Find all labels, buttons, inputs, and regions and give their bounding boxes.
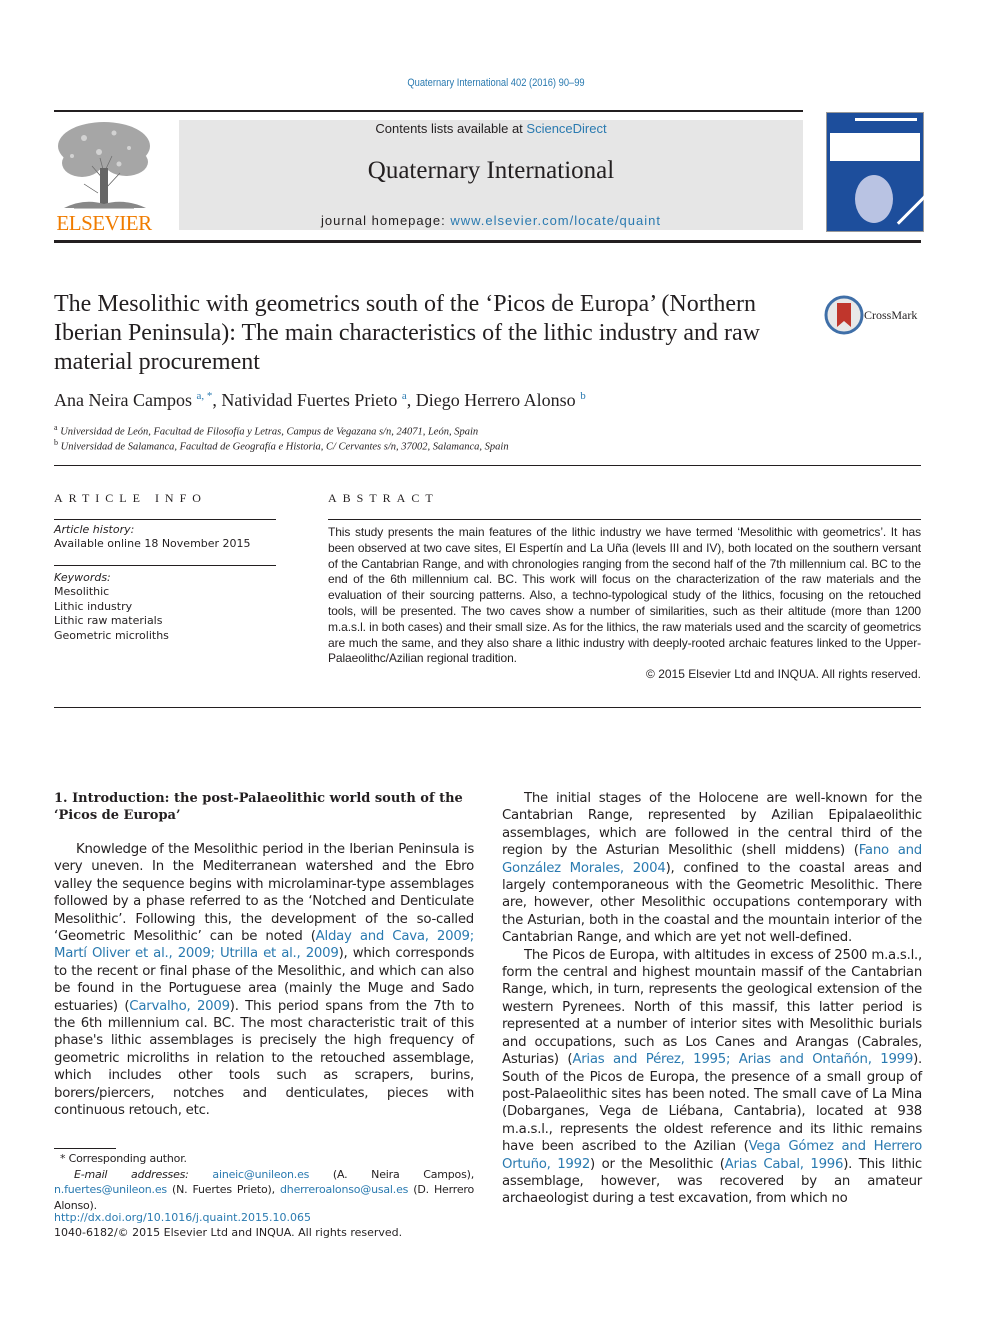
contents-prefix: Contents lists available at — [375, 121, 527, 136]
cover-seal-icon — [855, 175, 893, 223]
paragraph-text: ) or the Mesolithic ( — [590, 1156, 725, 1172]
keywords-label: Keywords: — [54, 571, 111, 584]
email-link[interactable]: n.fuertes@unileon.es — [54, 1183, 167, 1196]
contents-line: Contents lists available at ScienceDirec… — [179, 121, 803, 136]
cover-white-band — [830, 133, 920, 161]
corresponding-author-note: * Corresponding author. — [60, 1152, 187, 1165]
crossmark-label[interactable]: CrossMark — [864, 308, 917, 323]
author-name[interactable]: Diego Herrero Alonso — [416, 390, 576, 410]
email-label: E-mail addresses: — [74, 1167, 189, 1181]
citation-link[interactable]: Carvalho, 2009 — [129, 999, 230, 1014]
abstract-heading: ABSTRACT — [328, 491, 439, 505]
paragraph: The Picos de Europa, with altitudes in e… — [502, 947, 922, 1208]
author-affil-marker[interactable]: a, * — [196, 390, 212, 402]
body-column-left: Knowledge of the Mesolithic period in th… — [54, 841, 474, 1120]
cover-title-bar — [855, 118, 917, 121]
affil-key: a — [54, 423, 58, 432]
homepage-link[interactable]: www.elsevier.com/locate/quaint — [450, 213, 661, 228]
email-link[interactable]: aineic@unileon.es — [212, 1168, 309, 1181]
keywords-list: Mesolithic Lithic industry Lithic raw ma… — [54, 585, 169, 643]
journal-cover-thumbnail[interactable] — [826, 112, 928, 232]
affiliation-rule — [54, 465, 921, 466]
article-info-heading: ARTICLE INFO — [54, 491, 207, 505]
citation-link[interactable]: Arias and Pérez, 1995; Arias and Ontañón… — [572, 1052, 913, 1067]
affiliation-b: b Universidad de Salamanca, Facultad de … — [54, 438, 509, 453]
history-label: Article history: — [54, 523, 135, 536]
keyword: Lithic raw materials — [54, 614, 163, 627]
footnotes: * Corresponding author. E-mail addresses… — [54, 1151, 474, 1213]
author-affil-marker[interactable]: b — [580, 390, 586, 402]
keyword: Lithic industry — [54, 599, 133, 613]
author-separator: , — [406, 390, 416, 410]
article-title: The Mesolithic with geometrics south of … — [54, 291, 760, 375]
article-info-rule — [54, 519, 276, 520]
keyword: Geometric microliths — [54, 628, 169, 642]
email-owner: (N. Fuertes Prieto), — [166, 1183, 281, 1196]
abstract-rule — [328, 519, 921, 520]
author-name[interactable]: Ana Neira Campos — [54, 390, 192, 410]
journal-name: Quaternary International — [367, 157, 615, 184]
paragraph-text: The Picos de Europa, with altitudes in e… — [502, 947, 922, 1068]
abstract-text: This study presents the main features of… — [328, 525, 921, 666]
citation-link[interactable]: Arias Cabal, 1996 — [725, 1157, 844, 1172]
issn-copyright: 1040-6182/© 2015 Elsevier Ltd and INQUA.… — [54, 1226, 403, 1239]
homepage-prefix: journal homepage: — [321, 213, 451, 228]
author-separator: , — [212, 390, 222, 410]
email-link[interactable]: dherreroalonso@usal.es — [280, 1183, 408, 1196]
footnote-rule — [54, 1148, 116, 1149]
email-note: E-mail addresses: aineic@unileon.es (A. … — [54, 1167, 474, 1214]
body-column-right: The initial stages of the Holocene are w… — [502, 790, 922, 1208]
abstract-copyright: © 2015 Elsevier Ltd and INQUA. All right… — [646, 667, 921, 681]
journal-homepage: journal homepage: www.elsevier.com/locat… — [179, 213, 803, 228]
author-list: Ana Neira Campos a, *, Natividad Fuertes… — [54, 390, 586, 411]
journal-citation[interactable]: Quaternary International 402 (2016) 90–9… — [74, 77, 917, 89]
doi-link[interactable]: http://dx.doi.org/10.1016/j.quaint.2015.… — [54, 1211, 311, 1224]
crossmark-icon[interactable] — [824, 295, 864, 335]
paragraph-text: ). This period spans from the 7th to the… — [54, 998, 474, 1119]
author-name[interactable]: Natividad Fuertes Prieto — [221, 390, 397, 410]
abstract-bottom-rule — [54, 707, 921, 708]
header-bottom-rule — [54, 240, 921, 243]
history-value: Available online 18 November 2015 — [54, 537, 251, 550]
section-1-heading: 1. Introduction: the post-Palaeolithic w… — [54, 791, 463, 823]
keyword: Mesolithic — [54, 585, 110, 598]
email-owner: (A. Neira Campos), — [309, 1167, 474, 1181]
header-rule — [54, 110, 803, 112]
affil-key: b — [54, 438, 58, 447]
sciencedirect-link[interactable]: ScienceDirect — [526, 121, 606, 136]
keywords-rule — [54, 565, 276, 566]
affil-text: Universidad de León, Facultad de Filosof… — [60, 426, 479, 438]
elsevier-wordmark: ELSEVIER — [56, 211, 152, 235]
cover-stripe — [896, 194, 928, 225]
affiliation-a: a Universidad de León, Facultad de Filos… — [54, 423, 478, 438]
paragraph: Knowledge of the Mesolithic period in th… — [54, 841, 474, 1120]
affil-text: Universidad de Salamanca, Facultad de Ge… — [60, 441, 509, 453]
paragraph: The initial stages of the Holocene are w… — [502, 790, 922, 947]
